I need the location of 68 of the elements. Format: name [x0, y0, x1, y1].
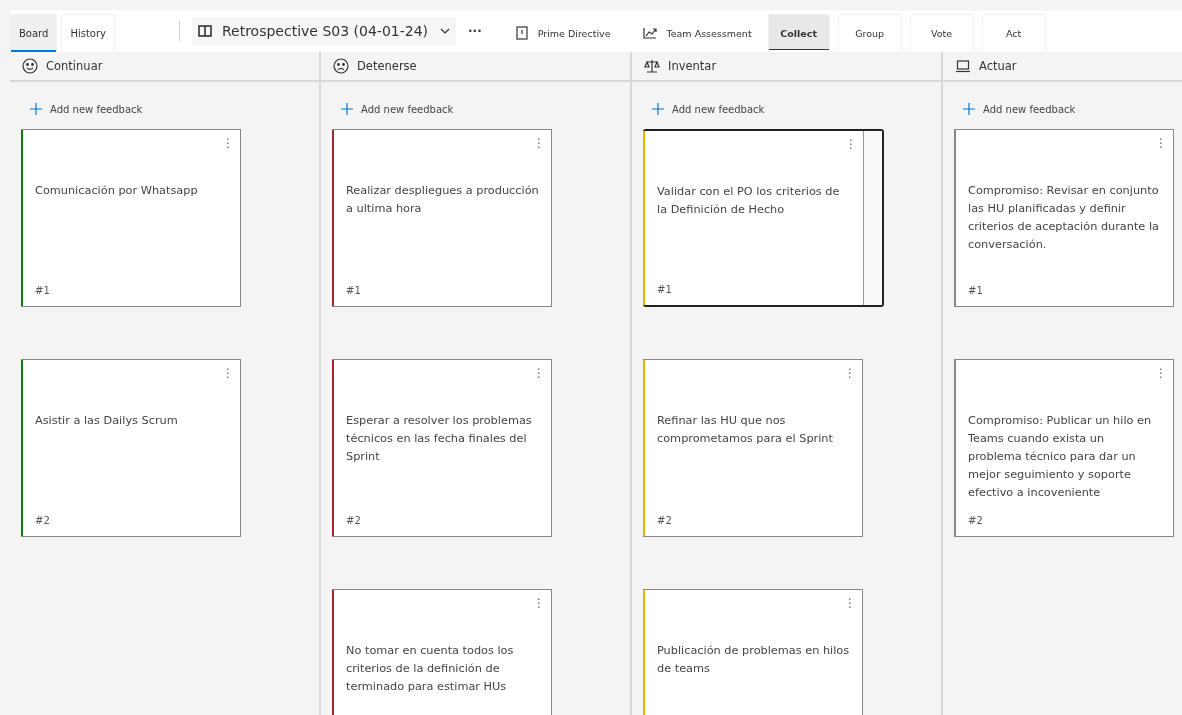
card-text: Asistir a las Dailys Scrum — [35, 413, 179, 429]
card-text: No tomar en cuenta todos los criterios de la definición de terminado para estimar HUs — [346, 643, 515, 695]
chevron-down-icon — [440, 28, 451, 34]
plus-icon — [30, 103, 42, 115]
feedback-card[interactable]: ⋮ Refinar las HU que nos comprometamos para el Sprint #2 — [643, 359, 863, 537]
card-text: Compromiso: Publicar un hilo en Teams cuando exista un problema técnico para dar un mejor seguimiento y soporte efectivo a incoveniente — [968, 413, 1153, 501]
phase-tab[interactable]: Group — [837, 14, 902, 52]
card-number: #2 — [657, 515, 673, 526]
more-options-button[interactable]: ⋮ — [845, 137, 857, 151]
feedback-card[interactable]: ⋮ Esperar a resolver los problemas técnicos en las fecha finales del Sprint #2 — [332, 359, 552, 537]
document-icon — [515, 26, 528, 40]
card-text: Compromiso: Revisar en conjunto las HU planificadas y definir criterios de aceptación durante la conversación. — [968, 183, 1160, 253]
board-icon — [197, 25, 212, 37]
view-tab[interactable]: History — [61, 14, 115, 52]
column-title: Actuar — [979, 59, 1017, 73]
phase-tab[interactable]: Collect — [767, 14, 830, 52]
chart-icon — [642, 27, 657, 39]
plus-icon — [652, 103, 664, 115]
card-number: #1 — [346, 285, 362, 296]
feedback-card[interactable]: ⋮ Asistir a las Dailys Scrum #2 — [21, 359, 241, 537]
toolbar-button[interactable]: Prime Directive — [507, 14, 619, 52]
card-text: Publicación de problemas en hilos de teams — [657, 643, 850, 677]
card-text: Comunicación por Whatsapp — [35, 183, 199, 199]
add-feedback-button[interactable]: Add new feedback — [24, 102, 149, 116]
card-number: #1 — [35, 285, 51, 296]
phase-tab[interactable]: Act — [981, 14, 1046, 52]
more-options-button[interactable]: ⋮ — [222, 136, 234, 150]
card-text: Esperar a resolver los problemas técnicos en las fecha finales del Sprint — [346, 413, 533, 465]
column-title: Continuar — [46, 59, 103, 73]
card-number: #2 — [35, 515, 51, 526]
more-options-button[interactable]: ⋮ — [533, 366, 545, 380]
card-text: Refinar las HU que nos comprometamos para el Sprint — [657, 413, 834, 447]
more-options-button[interactable]: ⋮ — [844, 596, 856, 610]
more-options-button[interactable]: ⋮ — [533, 596, 545, 610]
card-number: #2 — [346, 515, 362, 526]
card-number: #1 — [968, 285, 984, 296]
more-options-button[interactable]: ⋮ — [1155, 136, 1167, 150]
toolbar-button[interactable]: Team Assessment — [634, 14, 760, 52]
more-options-button[interactable]: ⋮ — [1155, 366, 1167, 380]
feedback-card[interactable]: ⋮ Validar con el PO los criterios de la Definición de Hecho #1 — [643, 129, 884, 307]
feedback-card[interactable]: ⋮ Realizar despliegues a producción a ultima hora #1 — [332, 129, 552, 307]
plus-icon — [963, 103, 975, 115]
feedback-card[interactable]: ⋮ Compromiso: Publicar un hilo en Teams cuando exista un problema técnico para dar un mejor seguimiento y soporte efectivo a incoveniente #2 — [954, 359, 1174, 537]
view-tab[interactable]: Board — [10, 14, 58, 52]
add-feedback-button[interactable]: Add new feedback — [957, 102, 1082, 116]
feedback-card[interactable]: ⋮ Publicación de problemas en hilos de teams — [643, 589, 863, 715]
retrospective-selector[interactable]: Retrospective S03 (04-01-24) — [191, 17, 457, 45]
phase-tab[interactable]: Vote — [909, 14, 974, 52]
more-button[interactable]: ··· — [460, 24, 492, 38]
card-number: #1 — [657, 284, 673, 295]
card-text: Realizar despliegues a producción a ultima hora — [346, 183, 539, 217]
plus-icon — [341, 103, 353, 115]
laptop-icon — [955, 58, 971, 74]
column-title: Inventar — [668, 59, 717, 73]
more-options-button[interactable]: ⋮ — [844, 366, 856, 380]
scale-icon — [644, 58, 660, 74]
card-number: #2 — [968, 515, 984, 526]
add-feedback-button[interactable]: Add new feedback — [335, 102, 460, 116]
column-title: Detenerse — [357, 59, 417, 73]
feedback-card[interactable]: ⋮ Compromiso: Revisar en conjunto las HU planificadas y definir criterios de aceptación durante la conversación. #1 — [954, 129, 1174, 307]
smiley-icon — [22, 58, 38, 74]
card-text: Validar con el PO los criterios de la Definición de Hecho — [657, 184, 841, 218]
feedback-card[interactable]: ⋮ No tomar en cuenta todos los criterios de la definición de terminado para estimar HUs — [332, 589, 552, 715]
more-options-button[interactable]: ⋮ — [222, 366, 234, 380]
more-options-button[interactable]: ⋮ — [533, 136, 545, 150]
frown-icon — [333, 58, 349, 74]
feedback-card[interactable]: ⋮ Comunicación por Whatsapp #1 — [21, 129, 241, 307]
add-feedback-button[interactable]: Add new feedback — [646, 102, 771, 116]
